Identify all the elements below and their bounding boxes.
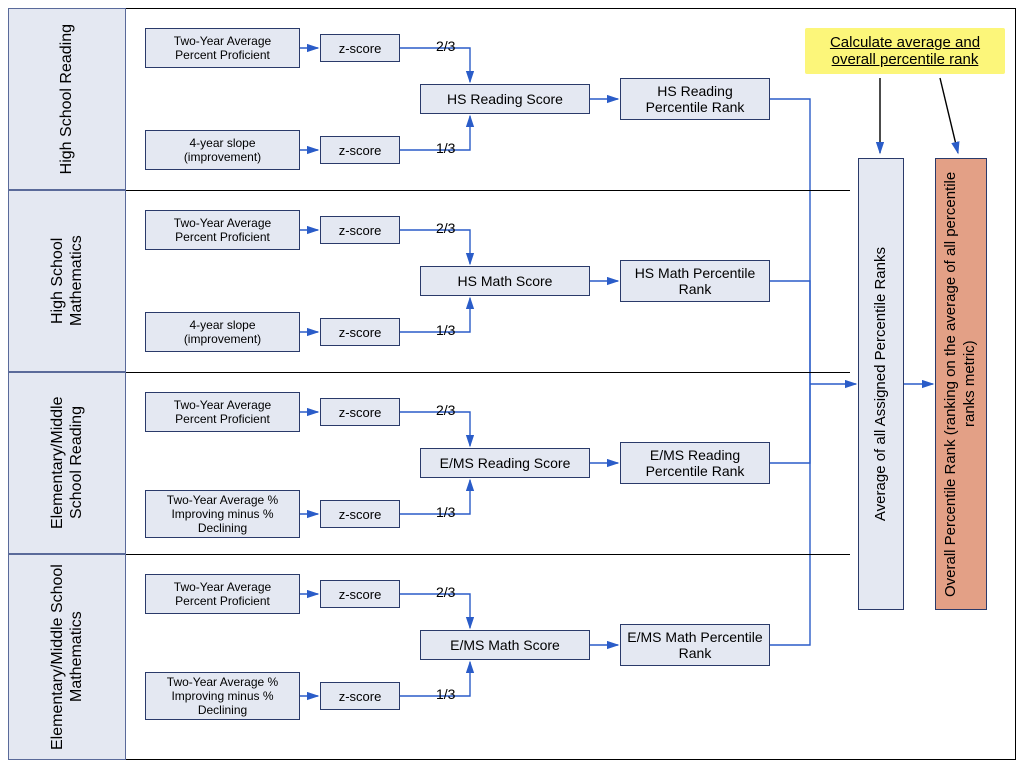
row-divider bbox=[8, 372, 850, 373]
zscore-box: z-score bbox=[320, 580, 400, 608]
row-divider bbox=[8, 554, 850, 555]
input-proficient: Two-Year Average Percent Proficient bbox=[145, 574, 300, 614]
weight-upper: 2/3 bbox=[436, 38, 455, 54]
input-proficient: Two-Year Average Percent Proficient bbox=[145, 28, 300, 68]
zscore-box: z-score bbox=[320, 500, 400, 528]
zscore-box: z-score bbox=[320, 216, 400, 244]
row-divider bbox=[8, 190, 850, 191]
rank-box: HS Reading Percentile Rank bbox=[620, 78, 770, 120]
weight-lower: 1/3 bbox=[436, 322, 455, 338]
weight-upper: 2/3 bbox=[436, 220, 455, 236]
input-improving: Two-Year Average % Improving minus % Dec… bbox=[145, 672, 300, 720]
input-proficient: Two-Year Average Percent Proficient bbox=[145, 210, 300, 250]
zscore-box: z-score bbox=[320, 398, 400, 426]
weight-upper: 2/3 bbox=[436, 584, 455, 600]
input-proficient: Two-Year Average Percent Proficient bbox=[145, 392, 300, 432]
row-label-ems-math: Elementary/Middle School Mathematics bbox=[8, 554, 126, 760]
row-label-hs-reading: High School Reading bbox=[8, 8, 126, 190]
score-box: HS Reading Score bbox=[420, 84, 590, 114]
score-box: HS Math Score bbox=[420, 266, 590, 296]
row-label-ems-reading: Elementary/Middle School Reading bbox=[8, 372, 126, 554]
weight-upper: 2/3 bbox=[436, 402, 455, 418]
input-slope: 4-year slope (improvement) bbox=[145, 130, 300, 170]
calc-note: Calculate average and overall percentile… bbox=[805, 28, 1005, 74]
overall-rank-box: Overall Percentile Rank (ranking on the … bbox=[935, 158, 987, 610]
input-improving: Two-Year Average % Improving minus % Dec… bbox=[145, 490, 300, 538]
input-slope: 4-year slope (improvement) bbox=[145, 312, 300, 352]
rank-box: E/MS Math Percentile Rank bbox=[620, 624, 770, 666]
row-label-hs-math: High School Mathematics bbox=[8, 190, 126, 372]
weight-lower: 1/3 bbox=[436, 504, 455, 520]
avg-ranks-box: Average of all Assigned Percentile Ranks bbox=[858, 158, 904, 610]
weight-lower: 1/3 bbox=[436, 686, 455, 702]
zscore-box: z-score bbox=[320, 34, 400, 62]
score-box: E/MS Reading Score bbox=[420, 448, 590, 478]
zscore-box: z-score bbox=[320, 318, 400, 346]
weight-lower: 1/3 bbox=[436, 140, 455, 156]
rank-box: E/MS Reading Percentile Rank bbox=[620, 442, 770, 484]
score-box: E/MS Math Score bbox=[420, 630, 590, 660]
rank-box: HS Math Percentile Rank bbox=[620, 260, 770, 302]
zscore-box: z-score bbox=[320, 682, 400, 710]
zscore-box: z-score bbox=[320, 136, 400, 164]
